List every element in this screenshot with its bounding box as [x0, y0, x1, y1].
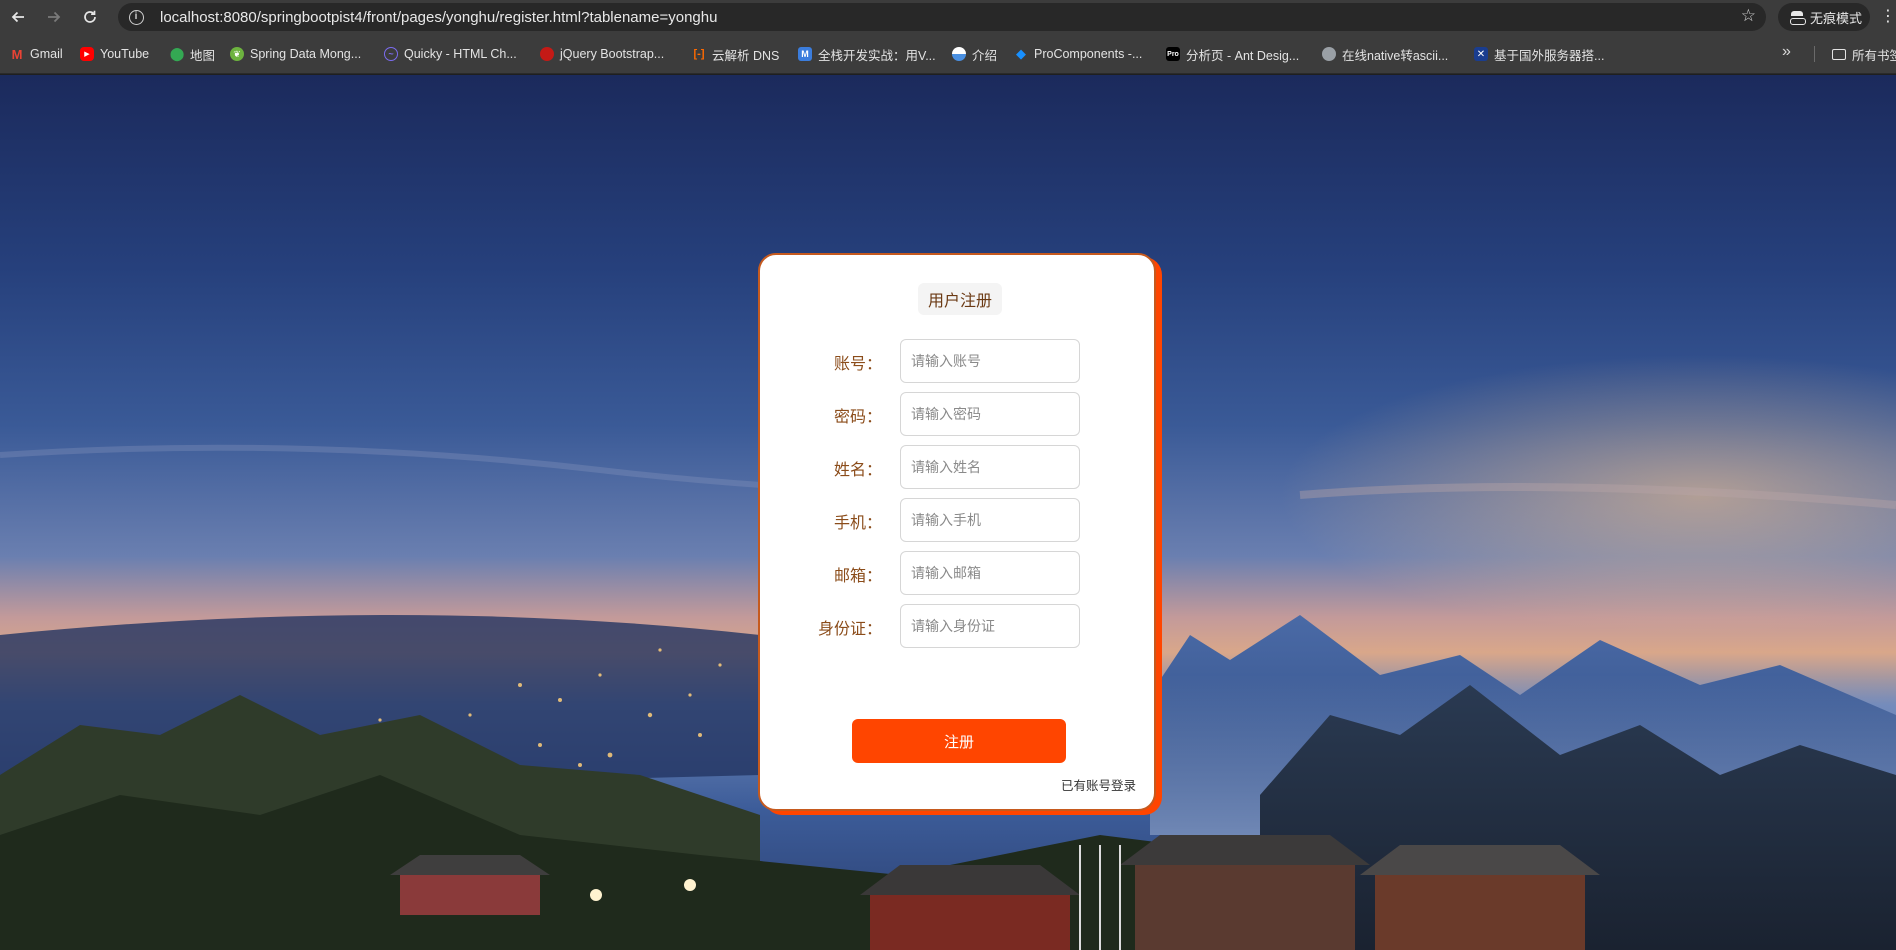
pro-icon: Pro	[1166, 47, 1180, 61]
bookmark-label: Spring Data Mong...	[250, 47, 362, 61]
username-input[interactable]	[900, 339, 1080, 383]
bookmark-spring-data[interactable]: ❦ Spring Data Mong...	[230, 45, 361, 63]
browser-toolbar: i localhost:8080/springbootpist4/front/p…	[0, 0, 1896, 34]
youtube-icon: ▶	[80, 47, 94, 61]
bookmark-label: 地图	[190, 48, 216, 63]
password-label: 密码：	[833, 409, 882, 426]
name-label: 姓名：	[833, 462, 882, 479]
all-bookmarks-folder[interactable]: 所有书签	[1832, 45, 1896, 64]
name-input[interactable]	[900, 445, 1080, 489]
url-text[interactable]: localhost:8080/springbootpist4/front/pag…	[160, 9, 717, 26]
incognito-icon	[1790, 10, 1806, 25]
bookmark-jquery[interactable]: jQuery Bootstrap...	[540, 45, 664, 63]
arrow-left-icon	[11, 11, 24, 23]
bookmark-youtube[interactable]: ▶ YouTube	[80, 45, 149, 63]
globe-icon	[1322, 47, 1336, 61]
form-title: 用户注册	[918, 283, 1002, 315]
bookmark-label: 基于国外服务器搭...	[1494, 48, 1605, 63]
username-label: 账号：	[833, 356, 882, 373]
bookmark-label: Gmail	[30, 47, 63, 61]
reload-icon	[84, 10, 96, 23]
email-input[interactable]	[900, 551, 1080, 595]
bookmark-ant-design[interactable]: Pro 分析页 - Ant Desig...	[1166, 45, 1299, 63]
bookmark-label: ProComponents -...	[1034, 47, 1143, 61]
bookmark-native-ascii[interactable]: 在线native转ascii...	[1322, 45, 1448, 63]
back-button[interactable]	[0, 0, 36, 34]
id-card-input[interactable]	[900, 604, 1080, 648]
bookmark-server[interactable]: ✕ 基于国外服务器搭...	[1474, 45, 1604, 63]
bookmark-fullstack[interactable]: M 全栈开发实战：用V...	[798, 45, 936, 63]
gmail-icon: M	[11, 46, 23, 62]
bookmark-procomponents[interactable]: ◆ ProComponents -...	[1014, 45, 1142, 63]
login-link[interactable]: 已有账号登录	[1061, 775, 1136, 794]
bookmark-aliyun-dns[interactable]: [-] 云解析 DNS	[692, 45, 780, 63]
address-bar[interactable]: i localhost:8080/springbootpist4/front/p…	[118, 3, 1766, 31]
procomponents-icon: ◆	[1016, 46, 1026, 61]
phone-input[interactable]	[900, 498, 1080, 542]
flag-icon: ✕	[1474, 47, 1488, 61]
id-card-label: 身份证：	[817, 621, 882, 638]
all-bookmarks-label: 所有书签	[1852, 49, 1896, 63]
more-bookmarks-icon[interactable]: »	[1782, 43, 1791, 61]
m-icon: M	[798, 47, 812, 61]
email-label: 邮箱：	[833, 568, 882, 585]
arrow-right-icon	[48, 11, 61, 23]
site-info-icon[interactable]: i	[122, 3, 150, 31]
bookmark-label: Quicky - HTML Ch...	[404, 47, 517, 61]
incognito-label: 无痕模式	[1810, 10, 1863, 26]
jquery-icon	[540, 47, 554, 61]
password-input[interactable]	[900, 392, 1080, 436]
bookmark-gmail[interactable]: M Gmail	[10, 45, 63, 63]
bookmark-label: jQuery Bootstrap...	[560, 47, 665, 61]
folder-icon	[1832, 49, 1846, 60]
spring-icon: ❦	[230, 47, 244, 61]
divider	[1814, 46, 1815, 62]
forward-button[interactable]	[36, 0, 72, 34]
bookmark-label: 云解析 DNS	[712, 48, 780, 63]
bookmark-label: 全栈开发实战：用V...	[818, 48, 936, 63]
bookmark-quicky[interactable]: ~ Quicky - HTML Ch...	[384, 45, 517, 63]
bookmarks-bar: M Gmail ▶ YouTube ⬤ 地图 ❦ Spring Data Mon…	[0, 34, 1896, 74]
bookmark-maps[interactable]: ⬤ 地图	[170, 45, 215, 63]
bookmark-intro[interactable]: 介绍	[952, 45, 997, 63]
bookmark-label: 介绍	[972, 48, 998, 63]
bookmark-label: 分析页 - Ant Desig...	[1186, 48, 1300, 63]
register-form: 用户注册 账号： 密码： 姓名： 手机： 邮箱： 身份证： 注册 已有账号登录	[758, 253, 1156, 811]
quicky-icon: ~	[384, 47, 398, 61]
bookmark-label: YouTube	[100, 47, 150, 61]
maps-icon: ⬤	[169, 46, 185, 61]
bookmark-star-icon[interactable]: ☆	[1741, 6, 1756, 26]
aliyun-icon: [-]	[693, 48, 705, 60]
register-button[interactable]: 注册	[852, 719, 1066, 763]
globe-blue-icon	[952, 47, 966, 61]
menu-icon[interactable]: ⋮	[1880, 6, 1896, 26]
bookmark-label: 在线native转ascii...	[1342, 48, 1449, 63]
page-viewport: 用户注册 账号： 密码： 姓名： 手机： 邮箱： 身份证： 注册 已有账号登录	[0, 75, 1896, 950]
incognito-badge[interactable]: 无痕模式	[1778, 3, 1870, 31]
phone-label: 手机：	[833, 515, 882, 532]
reload-button[interactable]	[72, 0, 108, 34]
